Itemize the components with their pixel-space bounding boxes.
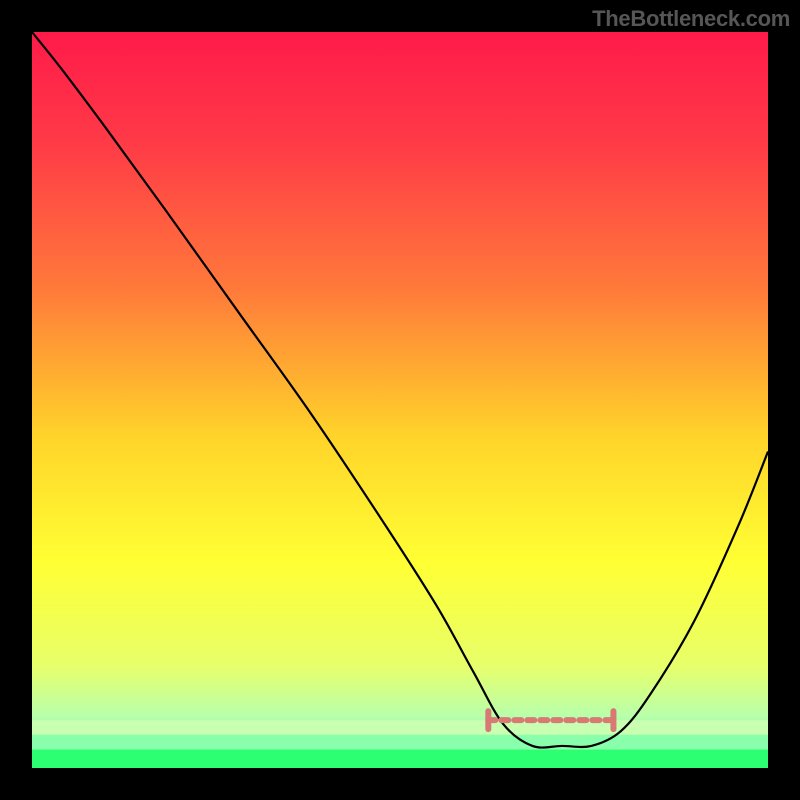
gradient-background [32, 32, 768, 768]
band [32, 750, 768, 768]
chart-container: TheBottleneck.com [0, 0, 800, 800]
chart-svg [32, 32, 768, 768]
band [32, 720, 768, 735]
band [32, 735, 768, 750]
plot-area [32, 32, 768, 768]
watermark-text: TheBottleneck.com [592, 6, 790, 32]
